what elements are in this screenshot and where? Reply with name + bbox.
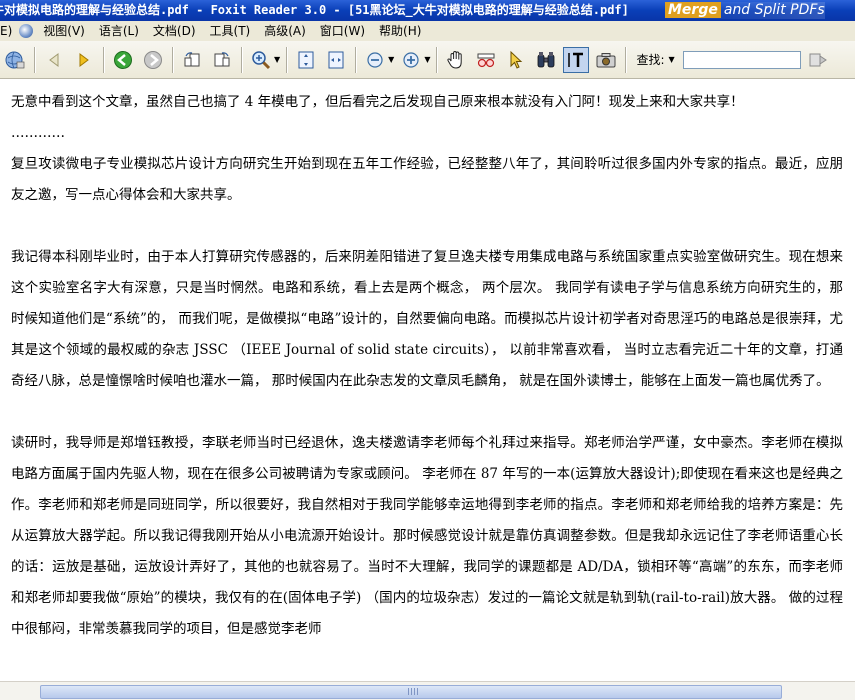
window-title: 牛对模拟电路的理解与经验总结.pdf - Foxit Reader 3.0 - …	[0, 3, 629, 17]
toolbar-separator	[625, 46, 627, 73]
toolbar-separator	[436, 46, 438, 73]
zoom-in-button[interactable]	[398, 47, 424, 73]
hand-icon	[447, 50, 463, 69]
globe-icon	[5, 51, 25, 68]
find-next-button[interactable]	[805, 47, 831, 73]
toolbar-separator	[286, 46, 288, 73]
title-bar[interactable]: 牛对模拟电路的理解与经验总结.pdf - Foxit Reader 3.0 - …	[0, 0, 855, 21]
paragraph: 我记得本科刚毕业时，由于本人打算研究传感器的，后来阴差阳错进了复旦逸夫楼专用集成…	[11, 249, 843, 389]
menu-file[interactable]: E)	[0, 21, 16, 41]
text-select-tool-button[interactable]	[563, 46, 590, 73]
globe-button[interactable]	[2, 47, 28, 73]
menu-advanced[interactable]: 高级(A)	[257, 21, 313, 41]
document-view[interactable]: 无意中看到这个文章，虽然自己也搞了 4 年模电了，但后看完之后发现自己原来根本就…	[0, 79, 855, 681]
rotate-right-button[interactable]	[209, 47, 235, 73]
camera-icon	[596, 52, 616, 67]
forward-circle-icon	[144, 50, 162, 69]
toolbar-separator	[241, 46, 242, 73]
menu-window[interactable]: 窗口(W)	[313, 21, 372, 41]
find-binoculars-button[interactable]	[533, 47, 559, 73]
back-circle-icon	[114, 50, 132, 69]
foxit-reader-window: 牛对模拟电路的理解与经验总结.pdf - Foxit Reader 3.0 - …	[0, 0, 855, 700]
promo-rest-label: and Split PDFs	[723, 2, 825, 18]
rotate-page-right-icon	[214, 51, 230, 66]
menu-view[interactable]: 视图(V)	[36, 21, 92, 41]
scrollbar-grip-icon	[408, 688, 418, 695]
select-glasses-icon	[477, 53, 495, 67]
zoom-out-button[interactable]	[362, 47, 388, 73]
paragraph: 复旦攻读微电子专业模拟芯片设计方向研究生开始到现在五年工作经验，已经整整八年了，…	[11, 156, 843, 203]
merge-split-promo-banner[interactable]: Merge and Split PDFs	[665, 2, 825, 19]
find-input[interactable]	[682, 50, 801, 69]
cursor-arrow-icon	[510, 50, 523, 69]
document-page-content: 无意中看到这个文章，虽然自己也搞了 4 年模电了，但后看完之后发现自己原来根本就…	[11, 87, 843, 645]
toolbar-separator	[34, 46, 35, 73]
document-globe-icon	[19, 24, 34, 38]
find-label: 查找:	[636, 53, 665, 67]
fit-width-button[interactable]	[323, 47, 349, 73]
toolbar-separator	[172, 46, 173, 73]
paragraph: …………	[11, 125, 65, 141]
zoom-out-dropdown-arrow-icon[interactable]: ▼	[388, 55, 394, 64]
snapshot-select-button[interactable]	[473, 47, 499, 73]
rotate-left-button[interactable]	[179, 47, 205, 73]
find-next-arrow-icon	[809, 53, 827, 66]
paragraph: 无意中看到这个文章，虽然自己也搞了 4 年模电了，但后看完之后发现自己原来根本就…	[11, 94, 744, 110]
go-forward-button[interactable]	[140, 47, 166, 73]
hand-tool-button[interactable]	[443, 47, 469, 73]
find-options-dropdown-arrow-icon[interactable]: ▼	[669, 55, 675, 64]
toolbar-separator	[355, 46, 357, 73]
paragraph: 读研时，我导师是郑增钰教授，李联老师当时已经退休，逸夫楼邀请李老师每个礼拜过来指…	[11, 435, 843, 637]
zoom-tool-button[interactable]	[248, 47, 274, 73]
fit-width-icon	[328, 51, 344, 68]
zoom-in-icon	[403, 51, 419, 68]
horizontal-scrollbar[interactable]	[0, 681, 855, 700]
menu-language[interactable]: 语言(L)	[92, 21, 146, 41]
menu-help[interactable]: 帮助(H)	[372, 21, 428, 41]
camera-snapshot-button[interactable]	[593, 47, 619, 73]
menu-document[interactable]: 文档(D)	[146, 21, 203, 41]
toolbar-separator	[103, 46, 104, 73]
arrow-right-icon	[79, 52, 89, 67]
next-page-button[interactable]	[71, 47, 97, 73]
rotate-page-left-icon	[184, 51, 200, 66]
menu-bar: E) 视图(V) 语言(L) 文档(D) 工具(T) 高级(A) 窗口(W) 帮…	[0, 21, 855, 41]
main-toolbar: ▼ ▼ ▼ 查找: ▼	[0, 41, 855, 79]
arrow-left-icon	[49, 52, 59, 67]
text-select-icon	[568, 52, 584, 67]
fit-page-icon	[298, 51, 314, 68]
promo-merge-label: Merge	[665, 2, 721, 18]
go-back-button[interactable]	[110, 47, 136, 73]
magnifier-zoom-in-icon	[252, 50, 271, 69]
menu-tools[interactable]: 工具(T)	[203, 21, 258, 41]
zoom-dropdown-arrow-icon[interactable]: ▼	[274, 55, 280, 64]
zoom-in-dropdown-arrow-icon[interactable]: ▼	[424, 55, 430, 64]
binoculars-icon	[538, 51, 555, 67]
previous-page-button[interactable]	[41, 47, 67, 73]
zoom-out-icon	[367, 51, 383, 68]
select-arrow-button[interactable]	[503, 47, 529, 73]
fit-page-button[interactable]	[293, 47, 319, 73]
